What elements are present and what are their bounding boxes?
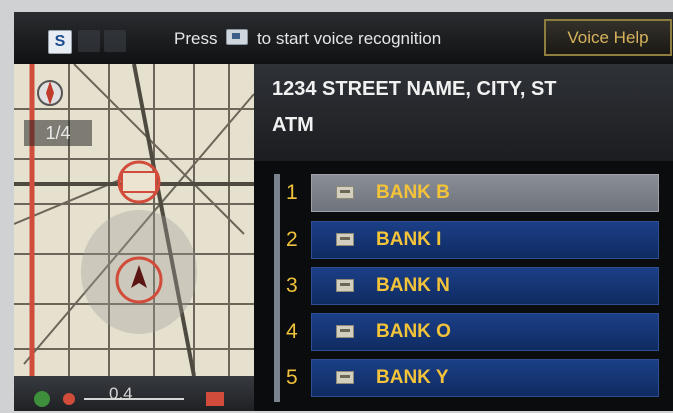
- row-label: BANK N: [376, 275, 450, 296]
- row-background: [311, 267, 659, 305]
- talk-button-icon: [226, 29, 249, 45]
- bank-icon: [336, 233, 354, 246]
- info-icon[interactable]: [104, 30, 126, 52]
- row-label: BANK O: [376, 321, 451, 342]
- row-highlight: [311, 174, 659, 212]
- row-background: [311, 221, 659, 259]
- voice-suffix: to start voice recognition: [256, 29, 442, 48]
- row-label: BANK Y: [376, 367, 449, 388]
- category-line: ATM: [272, 114, 314, 136]
- nav-screen: S Press to start voice recognition Voice…: [14, 12, 673, 411]
- list-item[interactable]: 2 BANK I: [274, 221, 659, 259]
- compass-icon[interactable]: [36, 75, 64, 113]
- map-roads: [14, 63, 255, 411]
- row-label: BANK I: [376, 229, 442, 250]
- row-background: [311, 359, 659, 397]
- phone-icon[interactable]: [78, 30, 100, 52]
- list-item[interactable]: 5 BANK Y: [274, 359, 659, 397]
- map-footer: 0.4: [14, 376, 254, 411]
- voice-prefix: Press: [174, 29, 218, 48]
- voice-help-button[interactable]: Voice Help: [544, 19, 672, 56]
- route-start-icon: [34, 391, 224, 407]
- map-view[interactable]: 1/4 0.4: [14, 63, 255, 411]
- top-bar: S Press to start voice recognition Voice…: [14, 12, 673, 64]
- results-list: 1 BANK B 2 BANK I 3 BANK N 4 BANK O 5 BA…: [262, 166, 667, 411]
- row-number: 3: [286, 274, 298, 297]
- row-background: [311, 313, 659, 351]
- bank-icon: [336, 186, 354, 199]
- navigation-icon[interactable]: S: [48, 30, 72, 54]
- mode-tabs: S: [30, 20, 186, 64]
- map-scale[interactable]: 1/4: [24, 120, 92, 146]
- list-item[interactable]: 3 BANK N: [274, 267, 659, 305]
- bank-icon: [336, 325, 354, 338]
- row-number: 4: [286, 320, 298, 343]
- address-panel: 1234 STREET NAME, CITY, ST ATM: [254, 64, 673, 161]
- address-line: 1234 STREET NAME, CITY, ST: [272, 78, 557, 100]
- row-number: 2: [286, 228, 298, 251]
- bank-icon: [336, 371, 354, 384]
- voice-prompt: Press to start voice recognition: [174, 26, 441, 52]
- row-number: 1: [286, 181, 298, 204]
- row-number: 5: [286, 366, 298, 389]
- distance-scale: 0.4: [109, 384, 133, 403]
- bank-icon: [336, 279, 354, 292]
- list-item[interactable]: 4 BANK O: [274, 313, 659, 351]
- row-label: BANK B: [376, 182, 450, 203]
- list-item[interactable]: 1 BANK B: [274, 174, 659, 212]
